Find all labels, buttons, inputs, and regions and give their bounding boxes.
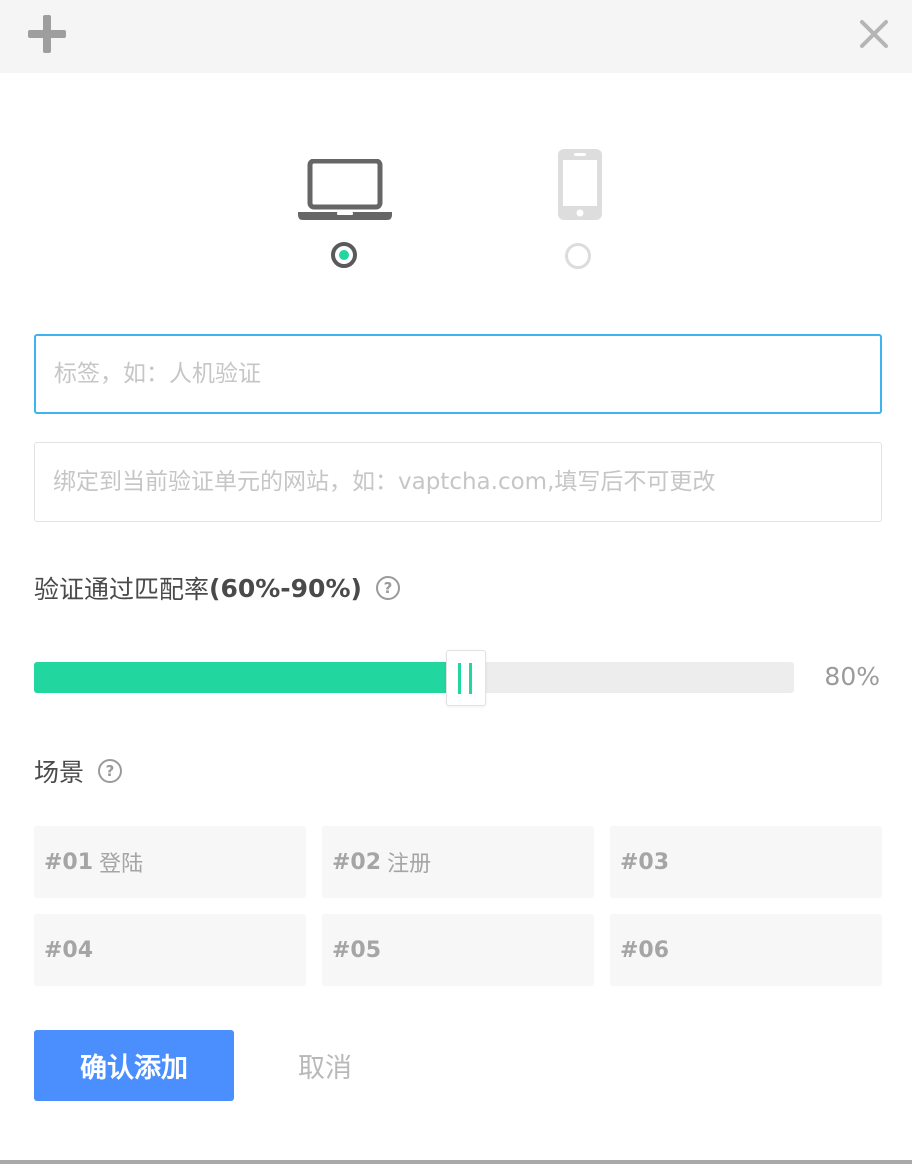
scene-number: #02 [332,849,382,875]
scene-item[interactable]: #01 登陆 [34,826,306,898]
device-radio-desktop[interactable] [331,242,357,268]
grip-line [469,663,472,694]
scene-name: 注册 [387,852,432,877]
scene-item[interactable]: #03 [610,826,882,898]
bottom-divider [0,1160,912,1164]
slider-fill [34,662,460,693]
close-icon[interactable] [858,18,890,50]
device-radio-mobile[interactable] [565,243,591,269]
match-rate-range: (60%-90%) [209,573,362,603]
match-rate-slider[interactable] [34,662,794,693]
scene-number: #03 [620,849,670,875]
scene-number: #01 [44,849,94,875]
scene-item[interactable]: #04 [34,914,306,986]
label-input[interactable] [34,334,882,414]
cancel-button[interactable]: 取消 [284,1030,366,1101]
scene-number: #06 [620,937,670,963]
confirm-add-button[interactable]: 确认添加 [34,1030,234,1101]
scene-item[interactable]: #05 [322,914,594,986]
scene-item[interactable]: #06 [610,914,882,986]
grip-line [458,663,461,694]
scene-item[interactable]: #02 注册 [322,826,594,898]
match-rate-title: 验证通过匹配率 [34,575,210,604]
question-icon[interactable]: ? [98,759,123,783]
laptop-icon[interactable] [297,159,393,221]
plus-icon [28,15,66,53]
match-rate-label: 验证通过匹配率 (60%-90%) ? [34,570,400,606]
scene-name: 登陆 [99,852,144,877]
scene-number: #05 [332,937,382,963]
question-icon[interactable]: ? [375,576,400,600]
dialog-header [0,0,912,73]
scenes-title: 场景 [34,758,85,787]
match-rate-value: 80% [824,662,880,691]
mobile-phone-icon[interactable] [558,149,602,220]
website-input[interactable] [34,442,882,522]
scene-number: #04 [44,937,94,963]
scenes-label: 场景 ? [34,753,123,789]
slider-handle[interactable] [446,650,486,706]
